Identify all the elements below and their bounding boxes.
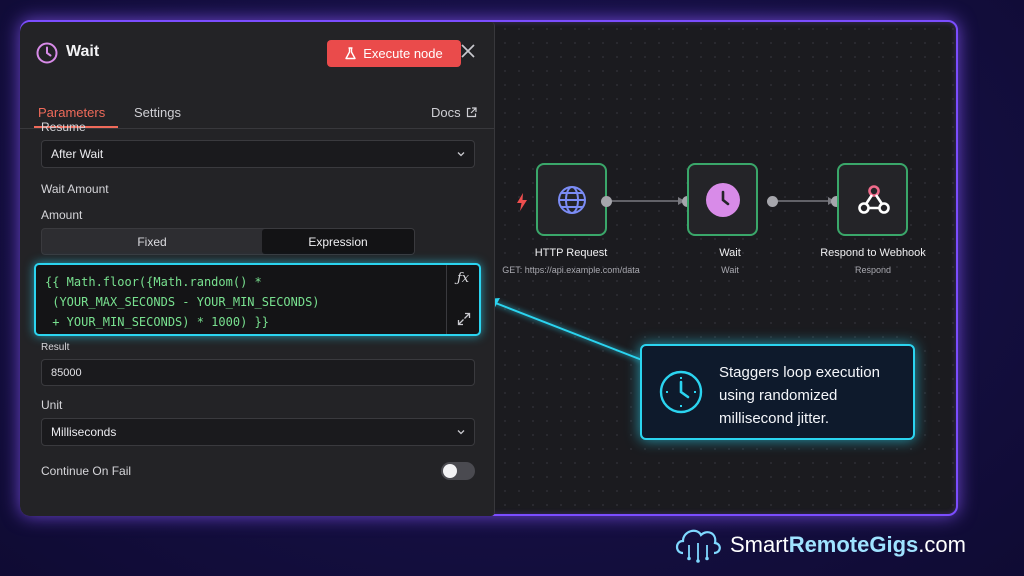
result-value: 85000: [51, 366, 82, 379]
node-parameters-panel: Wait Execute node Parameters Settings Do…: [20, 22, 495, 516]
node-respond-subtitle: Respond: [854, 265, 892, 275]
node-respond-title: Respond to Webhook: [820, 247, 926, 259]
expression-sidebar: ƒx: [446, 265, 481, 334]
chevron-down-icon: [457, 152, 465, 157]
expression-editor[interactable]: {{ Math.floor({Math.random() * (YOUR_MAX…: [34, 263, 481, 336]
output-port[interactable]: [767, 196, 778, 207]
mode-expression-button[interactable]: Expression: [262, 229, 414, 254]
toggle-knob: [443, 464, 457, 478]
result-field: 85000: [41, 359, 475, 386]
execute-node-label: Execute node: [363, 46, 443, 61]
wait-amount-label: Wait Amount: [41, 182, 109, 196]
flask-icon: [345, 47, 356, 60]
clock-icon: [36, 42, 58, 64]
tab-parameters[interactable]: Parameters: [38, 105, 105, 120]
brand-part: .com: [918, 532, 966, 557]
result-label: Result: [41, 342, 70, 353]
continue-on-fail-label: Continue On Fail: [41, 464, 132, 478]
tab-settings[interactable]: Settings: [134, 105, 181, 120]
amount-mode-toggle: Fixed Expression: [41, 228, 415, 255]
unit-label: Unit: [41, 398, 63, 412]
lightning-icon: [517, 193, 527, 211]
expression-line: (YOUR_MAX_SECONDS - YOUR_MIN_SECONDS): [45, 295, 320, 309]
node-http-request-title: HTTP Request: [534, 247, 608, 259]
execute-node-button[interactable]: Execute node: [327, 40, 461, 67]
fx-icon[interactable]: ƒx: [457, 271, 469, 286]
panel-title: Wait: [66, 43, 100, 60]
expression-line: + YOUR_MIN_SECONDS) * 1000) }}: [45, 315, 269, 329]
expand-icon[interactable]: [457, 312, 471, 326]
unit-value: Milliseconds: [51, 425, 117, 439]
webhook-icon: [858, 185, 890, 214]
unit-select[interactable]: Milliseconds: [41, 418, 475, 446]
globe-icon: [558, 186, 586, 214]
node-respond-to-webhook[interactable]: [837, 163, 908, 236]
docs-label: Docs: [431, 105, 461, 120]
output-port[interactable]: [601, 196, 612, 207]
mode-fixed-button[interactable]: Fixed: [42, 229, 262, 254]
annotation-callout: Staggers loop execution using randomized…: [640, 344, 915, 440]
amount-label: Amount: [41, 208, 83, 222]
continue-on-fail-toggle[interactable]: [441, 462, 475, 480]
node-wait[interactable]: [687, 163, 758, 236]
clock-icon: [706, 183, 740, 217]
node-http-request[interactable]: [536, 163, 607, 236]
callout-text: Staggers loop execution using randomized…: [719, 364, 880, 427]
expression-code[interactable]: {{ Math.floor({Math.random() * (YOUR_MAX…: [45, 272, 445, 332]
resume-value: After Wait: [51, 147, 104, 161]
brand-watermark: SmartRemoteGigs.com: [673, 521, 993, 567]
brand-part: Smart: [730, 532, 789, 557]
expression-line: {{ Math.floor({Math.random() *: [45, 275, 262, 289]
clock-icon: [659, 370, 703, 414]
external-link-icon: [466, 107, 477, 118]
node-wait-title: Wait: [719, 247, 741, 259]
node-http-request-subtitle: GET: https://api.example.com/data: [502, 265, 640, 275]
cloud-circuit-icon: [675, 529, 721, 563]
docs-link[interactable]: Docs: [431, 105, 477, 120]
chevron-down-icon: [457, 430, 465, 435]
resume-select[interactable]: After Wait: [41, 140, 475, 168]
brand-name: SmartRemoteGigs.com: [730, 532, 966, 558]
panel-header: Wait Execute node: [20, 22, 495, 82]
close-icon[interactable]: [460, 43, 476, 59]
resume-label: Resume: [41, 120, 86, 134]
panel-tabs: Parameters Settings Docs: [20, 94, 495, 129]
brand-part-highlight: RemoteGigs: [788, 532, 919, 557]
